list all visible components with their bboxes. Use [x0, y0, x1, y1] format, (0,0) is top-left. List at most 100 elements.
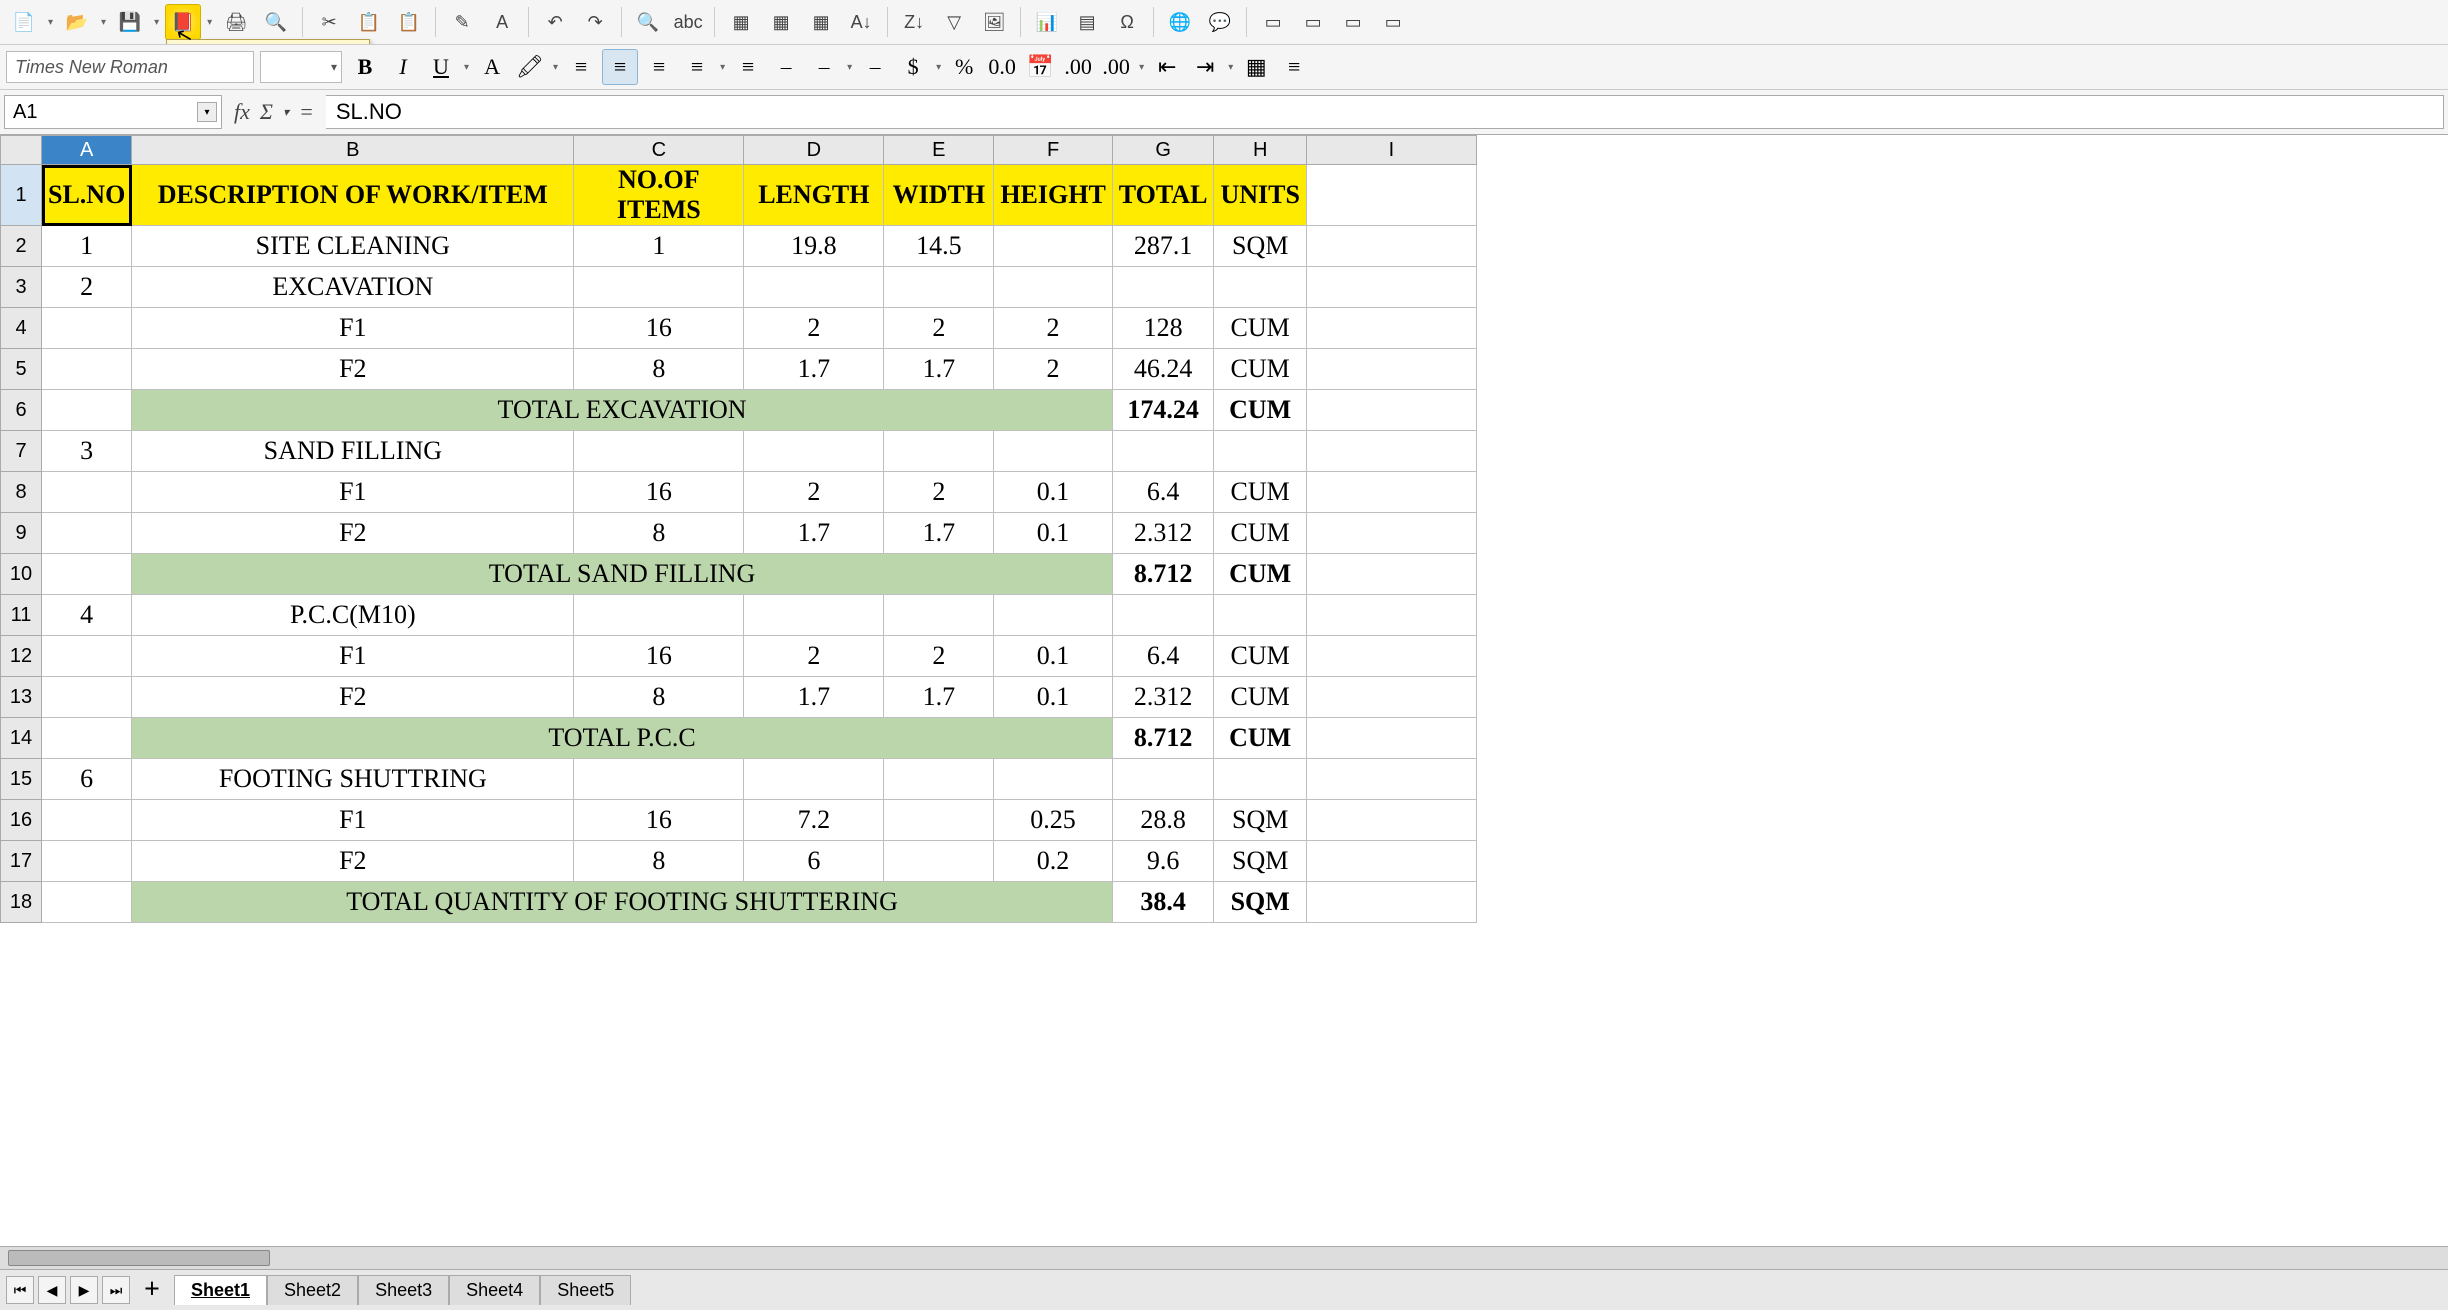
toolbar-button-12[interactable]: ↷ — [577, 4, 613, 40]
cell[interactable] — [1306, 841, 1476, 882]
horizontal-scrollbar[interactable] — [0, 1246, 2448, 1269]
cell[interactable]: 8 — [574, 677, 744, 718]
sheet-tab-sheet5[interactable]: Sheet5 — [540, 1275, 631, 1305]
dropdown-icon[interactable]: ▾ — [718, 62, 727, 73]
format-button-1[interactable]: I — [386, 50, 420, 84]
name-box-dropdown-icon[interactable]: ▾ — [197, 102, 217, 122]
format-button-12[interactable]: ⎯ — [858, 50, 892, 84]
toolbar-button-18[interactable]: A↓ — [843, 4, 879, 40]
header-cell[interactable]: HEIGHT — [994, 165, 1112, 226]
format-button-8[interactable]: ≡ — [680, 50, 714, 84]
toolbar-button-27[interactable]: ▭ — [1255, 4, 1291, 40]
cell[interactable] — [744, 759, 884, 800]
cell[interactable] — [574, 267, 744, 308]
dropdown-icon[interactable]: ▾ — [551, 62, 560, 73]
column-header-G[interactable]: G — [1112, 136, 1214, 165]
format-button-22[interactable]: ≡ — [1277, 50, 1311, 84]
cell[interactable] — [1306, 267, 1476, 308]
cell[interactable] — [1306, 677, 1476, 718]
font-size-combo[interactable]: ▾ — [260, 51, 342, 83]
cell[interactable]: F1 — [132, 636, 574, 677]
toolbar-button-3[interactable]: 📕↖Export Directly as PDF — [165, 4, 201, 40]
cell[interactable] — [884, 431, 994, 472]
toolbar-button-13[interactable]: 🔍 — [630, 4, 666, 40]
toolbar-button-11[interactable]: ↶ — [537, 4, 573, 40]
cell[interactable]: FOOTING SHUTTRING — [132, 759, 574, 800]
cell[interactable]: 16 — [574, 308, 744, 349]
cell[interactable] — [1306, 800, 1476, 841]
toolbar-button-0[interactable]: 📄 — [6, 4, 42, 40]
toolbar-button-19[interactable]: Z↓ — [896, 4, 932, 40]
cell[interactable] — [42, 308, 132, 349]
toolbar-button-5[interactable]: 🔍 — [258, 4, 294, 40]
format-button-20[interactable]: ⇥ — [1188, 50, 1222, 84]
cell[interactable]: 2 — [884, 472, 994, 513]
cell[interactable]: F2 — [132, 677, 574, 718]
sheet-tab-sheet2[interactable]: Sheet2 — [267, 1275, 358, 1305]
cell[interactable]: 16 — [574, 636, 744, 677]
toolbar-button-21[interactable]: 🖼 — [976, 4, 1012, 40]
cell[interactable] — [1306, 718, 1476, 759]
toolbar-button-15[interactable]: ▦ — [723, 4, 759, 40]
cell[interactable] — [744, 595, 884, 636]
cell[interactable]: 2 — [744, 472, 884, 513]
header-cell[interactable]: TOTAL — [1112, 165, 1214, 226]
dropdown-icon[interactable]: ▾ — [46, 17, 55, 28]
cell[interactable]: CUM — [1214, 308, 1306, 349]
cell[interactable]: SAND FILLING — [132, 431, 574, 472]
cell[interactable] — [42, 349, 132, 390]
row-header-6[interactable]: 6 — [1, 390, 42, 431]
cell[interactable]: 1.7 — [744, 677, 884, 718]
sheet-tab-sheet4[interactable]: Sheet4 — [449, 1275, 540, 1305]
dropdown-icon[interactable]: ▾ — [152, 17, 161, 28]
function-wizard-icon[interactable]: fx — [234, 99, 250, 125]
toolbar-button-30[interactable]: ▭ — [1375, 4, 1411, 40]
row-header-10[interactable]: 10 — [1, 554, 42, 595]
format-button-11[interactable]: ⎯ — [807, 50, 841, 84]
cell[interactable] — [574, 759, 744, 800]
format-button-4[interactable]: 🖍 — [513, 50, 547, 84]
cell[interactable]: 9.6 — [1112, 841, 1214, 882]
toolbar-button-29[interactable]: ▭ — [1335, 4, 1371, 40]
format-button-13[interactable]: $ — [896, 50, 930, 84]
cell[interactable]: 6.4 — [1112, 472, 1214, 513]
row-header-11[interactable]: 11 — [1, 595, 42, 636]
tab-nav-first[interactable]: ⏮ — [6, 1276, 34, 1304]
cell[interactable]: 2 — [744, 308, 884, 349]
column-header-A[interactable]: A — [42, 136, 132, 165]
format-button-17[interactable]: .00 — [1061, 50, 1095, 84]
cell[interactable] — [1306, 349, 1476, 390]
cell[interactable] — [1306, 554, 1476, 595]
cell[interactable]: 128 — [1112, 308, 1214, 349]
toolbar-button-9[interactable]: ✎ — [444, 4, 480, 40]
add-sheet-button[interactable]: + — [134, 1274, 170, 1306]
cell[interactable] — [884, 267, 994, 308]
cell[interactable]: 8 — [574, 349, 744, 390]
row-header-16[interactable]: 16 — [1, 800, 42, 841]
format-button-2[interactable]: U — [424, 50, 458, 84]
toolbar-button-14[interactable]: abc — [670, 4, 706, 40]
sheet-tab-sheet1[interactable]: Sheet1 — [174, 1275, 267, 1305]
cell[interactable] — [1306, 513, 1476, 554]
column-header-D[interactable]: D — [744, 136, 884, 165]
subtotal-units[interactable]: SQM — [1214, 882, 1306, 923]
header-cell[interactable]: WIDTH — [884, 165, 994, 226]
cell[interactable] — [884, 595, 994, 636]
cell[interactable] — [42, 800, 132, 841]
row-header-3[interactable]: 3 — [1, 267, 42, 308]
cell[interactable]: 8 — [574, 513, 744, 554]
cell[interactable] — [744, 267, 884, 308]
format-button-6[interactable]: ≡ — [602, 49, 638, 85]
cell[interactable] — [1214, 267, 1306, 308]
row-header-2[interactable]: 2 — [1, 226, 42, 267]
cell[interactable] — [1306, 595, 1476, 636]
dropdown-icon[interactable]: ▾ — [934, 62, 943, 73]
toolbar-button-2[interactable]: 💾 — [112, 4, 148, 40]
cell[interactable]: 3 — [42, 431, 132, 472]
toolbar-button-22[interactable]: 📊 — [1029, 4, 1065, 40]
font-name-combo[interactable]: Times New Roman — [6, 51, 254, 83]
cell[interactable]: 0.25 — [994, 800, 1112, 841]
cell[interactable]: CUM — [1214, 513, 1306, 554]
row-header-5[interactable]: 5 — [1, 349, 42, 390]
cell[interactable]: 2 — [884, 308, 994, 349]
